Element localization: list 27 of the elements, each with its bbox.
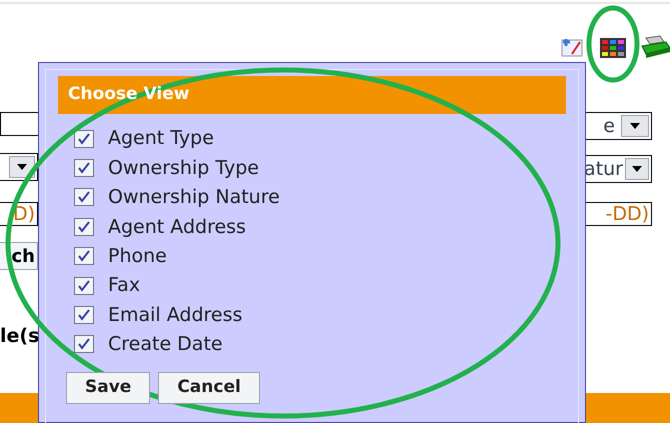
checkbox-label: Agent Type xyxy=(108,126,214,152)
text-field[interactable] xyxy=(0,112,40,136)
save-button[interactable]: Save xyxy=(66,372,150,404)
checkbox-label: Agent Address xyxy=(108,214,246,240)
select-value: atur xyxy=(584,156,623,182)
checkbox[interactable] xyxy=(74,130,94,148)
select-field[interactable] xyxy=(0,153,38,181)
checkbox[interactable] xyxy=(74,247,94,266)
checkbox-label: Create Date xyxy=(108,332,223,358)
checkbox[interactable] xyxy=(74,335,94,354)
section-heading: le(s xyxy=(0,324,40,349)
cancel-button[interactable]: Cancel xyxy=(158,372,260,404)
edit-icon[interactable] xyxy=(560,36,584,58)
checkbox-label: Ownership Type xyxy=(108,156,259,181)
checkbox[interactable] xyxy=(74,218,94,236)
checkbox[interactable] xyxy=(74,188,94,206)
checkbox[interactable] xyxy=(74,306,94,324)
checkbox[interactable] xyxy=(74,276,94,295)
popup-title: Choose View xyxy=(68,83,190,106)
checkbox-label: Email Address xyxy=(108,302,242,328)
select-value: e xyxy=(603,114,615,139)
checkbox-label: Ownership Nature xyxy=(108,185,280,210)
color-grid-icon[interactable] xyxy=(600,38,626,58)
checkbox-label: Phone xyxy=(108,244,167,269)
checkbox[interactable] xyxy=(74,159,94,178)
printer-icon[interactable] xyxy=(640,34,670,58)
checkbox-label: Fax xyxy=(108,273,140,298)
